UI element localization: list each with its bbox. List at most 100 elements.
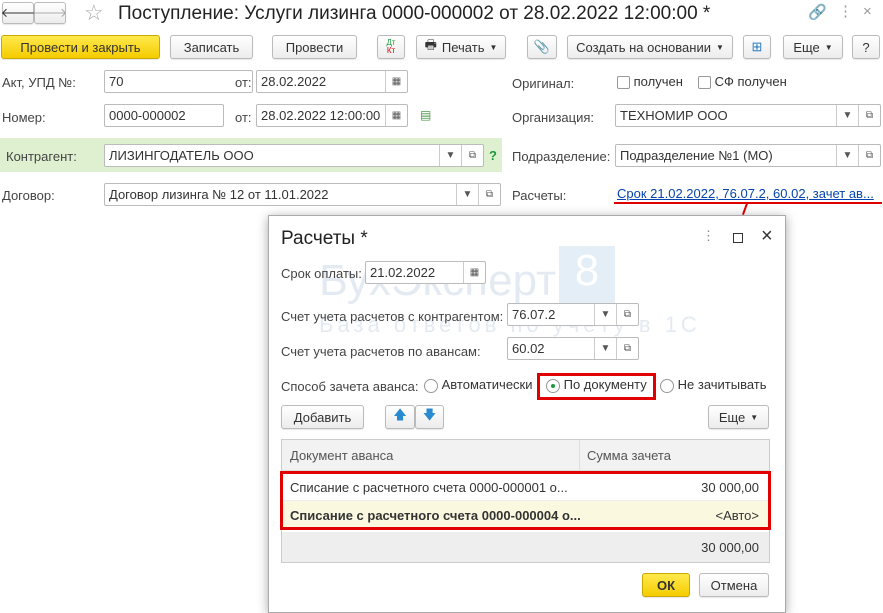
radio-button[interactable]: [660, 378, 674, 393]
column-header-sum[interactable]: Сумма зачета: [587, 448, 671, 463]
radio-label: Автоматически: [441, 377, 533, 392]
document-edit-icon[interactable]: ▤: [420, 108, 431, 122]
arrow-up-icon: 🡅: [393, 407, 407, 422]
from-label-2: от:: [235, 110, 252, 125]
counterparty-input[interactable]: ЛИЗИНГОДАТЕЛЬ ООО ▼ ⧉: [104, 144, 484, 167]
print-button[interactable]: 🖶 Печать ▼: [416, 35, 506, 59]
chevron-down-icon[interactable]: ▼: [439, 145, 461, 166]
calendar-icon[interactable]: ▦: [385, 105, 407, 126]
chevron-down-icon[interactable]: ▼: [456, 184, 478, 205]
open-icon[interactable]: ⧉: [461, 145, 483, 166]
forward-button[interactable]: 🡒: [33, 2, 67, 24]
radio-button[interactable]: [546, 378, 560, 393]
radio-label: По документу: [563, 377, 647, 392]
account-advance-value: 60.02: [512, 341, 545, 356]
open-icon[interactable]: ⧉: [616, 304, 638, 325]
favorite-star-icon[interactable]: ☆: [84, 0, 104, 26]
sf-received-checkbox[interactable]: СФ получен: [698, 74, 787, 90]
number-date-input[interactable]: 28.02.2022 12:00:00 ▦: [256, 104, 408, 127]
arrow-down-icon: 🡇: [422, 407, 437, 422]
window-title: Поступление: Услуги лизинга 0000-000002 …: [118, 3, 711, 24]
create-based-button[interactable]: Создать на основании ▼: [567, 35, 733, 59]
close-icon[interactable]: ×: [863, 3, 872, 20]
contract-input[interactable]: Договор лизинга № 12 от 11.01.2022 ▼ ⧉: [104, 183, 501, 206]
attach-button[interactable]: 📎: [527, 35, 557, 59]
chevron-down-icon[interactable]: ▼: [836, 145, 858, 166]
total-sum: 30 000,00: [701, 540, 759, 555]
calendar-icon[interactable]: ▦: [463, 262, 485, 283]
kt-label: Кт: [386, 46, 396, 55]
move-down-button[interactable]: 🡇: [415, 405, 444, 429]
checkbox[interactable]: [617, 76, 630, 90]
organization-input[interactable]: ТЕХНОМИР ООО ▼ ⧉: [615, 104, 881, 127]
open-icon[interactable]: ⧉: [858, 145, 880, 166]
number-date-value: 28.02.2022 12:00:00: [261, 108, 381, 123]
ok-button[interactable]: ОК: [642, 573, 690, 597]
more-label: Еще: [793, 39, 820, 55]
advances-table: Документ аванса Сумма зачета Списание с …: [280, 439, 771, 563]
checkbox[interactable]: [698, 76, 711, 90]
rows-highlight: [280, 471, 771, 530]
radio-by-document[interactable]: По документу: [537, 373, 656, 400]
paperclip-icon: 📎: [533, 39, 551, 54]
help-question-icon[interactable]: ?: [489, 148, 497, 163]
open-icon[interactable]: ⧉: [478, 184, 500, 205]
account-advance-input[interactable]: 60.02 ▼ ⧉: [507, 337, 639, 360]
maximize-icon[interactable]: [733, 233, 743, 243]
account-counterparty-value: 76.07.2: [512, 307, 556, 322]
act-date-value: 28.02.2022: [261, 74, 327, 89]
chevron-down-icon[interactable]: ▼: [594, 338, 616, 359]
counterparty-value: ЛИЗИНГОДАТЕЛЬ ООО: [109, 148, 254, 163]
open-icon[interactable]: ⧉: [858, 105, 880, 126]
watermark-num: 8: [559, 246, 615, 310]
move-up-button[interactable]: 🡅: [385, 405, 415, 429]
close-icon[interactable]: ×: [761, 225, 773, 248]
received-label: получен: [633, 74, 683, 89]
due-date-label: Срок оплаты:: [281, 266, 362, 281]
due-date-input[interactable]: 21.02.2022 ▦: [365, 261, 486, 284]
division-input[interactable]: Подразделение №1 (МО) ▼ ⧉: [615, 144, 881, 167]
chevron-down-icon[interactable]: ▼: [836, 105, 858, 126]
column-header-document[interactable]: Документ аванса: [290, 448, 393, 463]
account-counterparty-label: Счет учета расчетов с контрагентом:: [281, 309, 504, 324]
received-checkbox[interactable]: получен: [617, 74, 683, 90]
more-vert-icon[interactable]: ⋮: [702, 228, 715, 244]
add-button[interactable]: Добавить: [281, 405, 364, 429]
contract-value: Договор лизинга № 12 от 11.01.2022: [109, 187, 329, 202]
account-counterparty-input[interactable]: 76.07.2 ▼ ⧉: [507, 303, 639, 326]
back-button[interactable]: 🡐: [1, 2, 35, 24]
organization-label: Организация:: [512, 110, 595, 125]
cancel-button[interactable]: Отмена: [699, 573, 769, 597]
settlements-label: Расчеты:: [512, 188, 567, 203]
radio-label: Не зачитывать: [677, 377, 767, 392]
division-value: Подразделение №1 (МО): [620, 148, 773, 163]
dtkt-button[interactable]: Дт Кт: [377, 35, 405, 59]
number-input[interactable]: 0000-000002: [104, 104, 224, 127]
open-icon[interactable]: ⧉: [616, 338, 638, 359]
method-label: Способ зачета аванса:: [281, 379, 419, 394]
calendar-icon[interactable]: ▦: [385, 71, 407, 92]
chevron-down-icon: ▼: [824, 42, 833, 52]
help-button[interactable]: ?: [852, 35, 880, 59]
chevron-down-icon[interactable]: ▼: [594, 304, 616, 325]
radio-no-offset[interactable]: Не зачитывать: [660, 377, 767, 393]
radio-automatic[interactable]: Автоматически: [424, 377, 533, 393]
more-button[interactable]: Еще ▼: [783, 35, 843, 59]
post-and-close-button[interactable]: Провести и закрыть: [1, 35, 160, 59]
account-advance-label: Счет учета расчетов по авансам:: [281, 344, 481, 359]
radio-button[interactable]: [424, 378, 438, 393]
chevron-down-icon: ▼: [489, 42, 498, 52]
more-vert-icon[interactable]: ⋮: [838, 2, 853, 20]
link-icon[interactable]: 🔗: [808, 3, 827, 21]
structure-button[interactable]: ⊞: [743, 35, 771, 59]
settlements-dialog: БухЭксперт 8 База ответов по учёту в 1С …: [268, 215, 786, 613]
act-number-input[interactable]: 70: [104, 70, 253, 93]
save-button[interactable]: Записать: [170, 35, 253, 59]
dialog-more-button[interactable]: Еще ▼: [708, 405, 769, 429]
print-label: Печать: [441, 39, 485, 55]
counterparty-label: Контрагент:: [6, 149, 77, 164]
contract-label: Договор:: [2, 188, 55, 203]
post-button[interactable]: Провести: [272, 35, 357, 59]
settlements-link[interactable]: Срок 21.02.2022, 76.07.2, 60.02, зачет а…: [617, 186, 874, 201]
act-date-input[interactable]: 28.02.2022 ▦: [256, 70, 408, 93]
